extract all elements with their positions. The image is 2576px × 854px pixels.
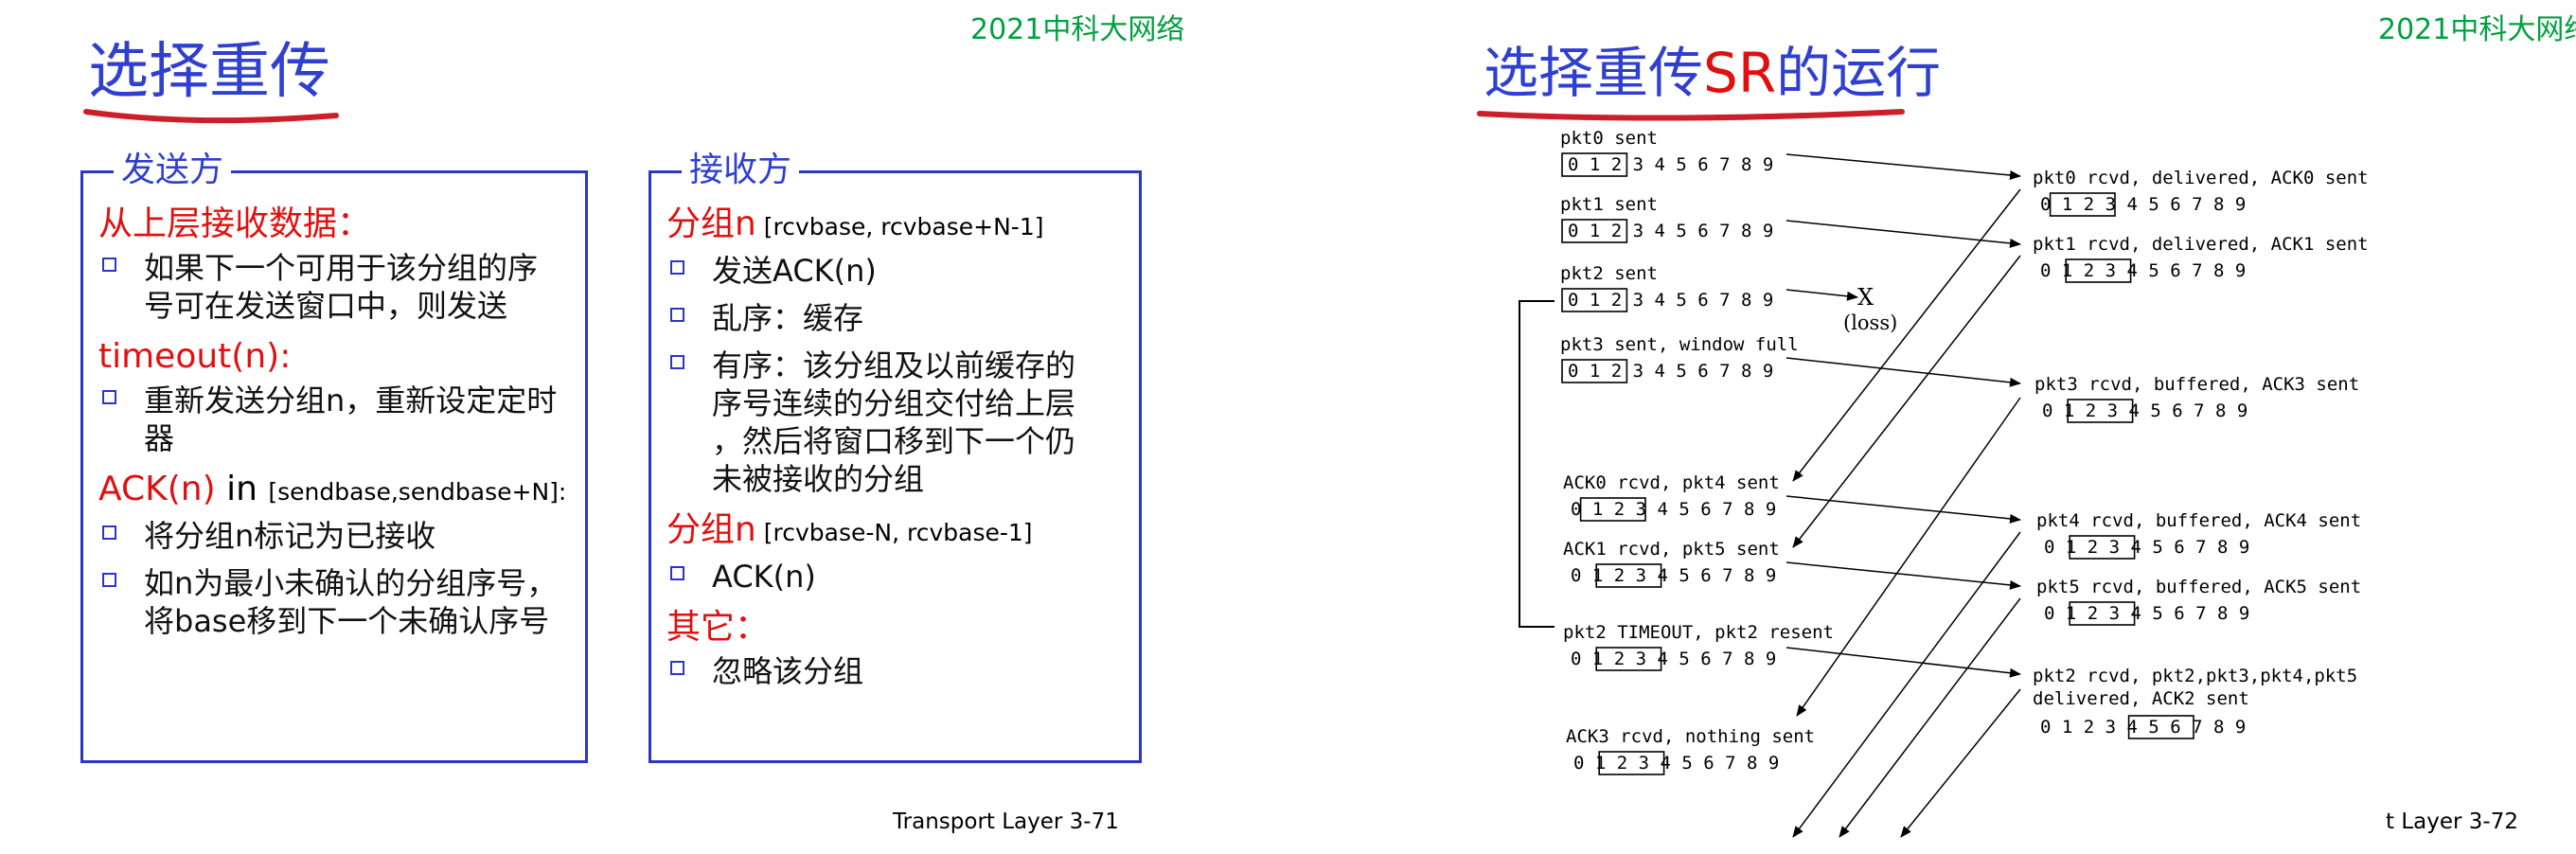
sender-bullet-mark-received: 将分组n标记为已接收 bbox=[98, 517, 576, 555]
slide-footer: t Layer 3-72 bbox=[2386, 810, 2518, 834]
sequence-numbers: 0 1 2 3 4 5 6 7 8 9 bbox=[1568, 154, 1773, 175]
sender-event-label: pkt2 sent bbox=[1560, 263, 1658, 284]
receiver-event-label: pkt0 rcvd, delivered, ACK0 sent bbox=[2033, 168, 2369, 188]
receiver-event: pkt0 rcvd, delivered, ACK0 sent 0 1 2 3 4… bbox=[2033, 168, 2369, 217]
receiver-event: pkt5 rcvd, buffered, ACK5 sent 0 1 2 3 4 … bbox=[2036, 577, 2361, 626]
sequence-numbers: 0 1 2 3 4 5 6 7 8 9 bbox=[1568, 290, 1773, 311]
sender-header-ack: ACK(n) in [sendbase,sendbase+N]: bbox=[98, 470, 567, 508]
sequence-numbers: 0 1 2 3 4 5 6 7 8 9 bbox=[2042, 400, 2247, 421]
sender-event: pkt0 sent 0 1 2 3 4 5 6 7 8 9 bbox=[1560, 128, 1773, 177]
receiver-bullet-in-order: 有序：该分组及以前缓存的 序号连续的分组交付给上层 ，然后将窗口移到下一个仍 未… bbox=[666, 347, 1129, 498]
sender-bullet-resend: 重新发送分组n，重新设定定时 器 bbox=[98, 382, 576, 457]
receiver-event-label: pkt3 rcvd, buffered, ACK3 sent bbox=[2034, 374, 2359, 395]
message-arrow bbox=[1785, 220, 2021, 248]
sequence-numbers: 0 1 2 3 4 5 6 7 8 9 bbox=[1571, 499, 1776, 520]
message-arrow bbox=[1785, 561, 2021, 590]
receiver-box: 接收方 分组n [rcvbase, rcvbase+N-1] 发送ACK(n) … bbox=[648, 149, 1142, 763]
receiver-event-label-line2: delivered, ACK2 sent bbox=[2033, 688, 2249, 709]
sequence-numbers: 0 1 2 3 4 5 6 7 8 9 bbox=[1571, 649, 1776, 669]
bullet-box-icon bbox=[102, 525, 116, 540]
receiver-header-in-window: 分组n [rcvbase, rcvbase+N-1] bbox=[666, 205, 1044, 243]
receiver-header-old: 分组n [rcvbase-N, rcvbase-1] bbox=[666, 510, 1033, 549]
sender-event-label: ACK3 rcvd, nothing sent bbox=[1566, 726, 1815, 747]
message-arrows bbox=[1785, 153, 2021, 838]
receiver-event-label: pkt2 rcvd, pkt2,pkt3,pkt4,pkt5 bbox=[2033, 666, 2357, 686]
sender-header-from-upper: 从上层接收数据： bbox=[98, 205, 372, 243]
sender-event-label: ACK1 rcvd, pkt5 sent bbox=[1563, 539, 1780, 560]
bullet-box-icon bbox=[670, 355, 684, 369]
sender-event: pkt3 sent, window full 0 1 2 3 4 5 6 7 8 … bbox=[1560, 334, 1799, 383]
slide-3-72: 2021中科大网络 选择重传SR的运行 pkt0 sent 0 1 2 3 4 5… bbox=[1195, 0, 2576, 854]
sender-event: pkt2 sent 0 1 2 3 4 5 6 7 8 9 bbox=[1560, 263, 1773, 312]
bullet-box-icon bbox=[670, 260, 684, 275]
bullet-box-icon bbox=[670, 661, 684, 675]
sequence-numbers: 0 1 2 3 4 5 6 7 8 9 bbox=[2044, 603, 2249, 624]
sender-event-label: pkt3 sent, window full bbox=[1560, 334, 1799, 355]
sequence-numbers: 0 1 2 3 4 5 6 7 8 9 bbox=[1568, 221, 1773, 241]
bullet-box-icon bbox=[670, 566, 684, 580]
sender-event-label: pkt0 sent bbox=[1560, 128, 1658, 149]
sequence-numbers: 0 1 2 3 4 5 6 7 8 9 bbox=[1571, 565, 1776, 586]
receiver-bullet-out-of-order: 乱序：缓存 bbox=[666, 299, 1129, 337]
sender-header-timeout: timeout(n): bbox=[98, 337, 292, 376]
message-arrow bbox=[1900, 688, 2021, 838]
sequence-numbers: 0 1 2 3 4 5 6 7 8 9 bbox=[2044, 537, 2249, 558]
sender-bullet-send: 如果下一个可用于该分组的序 号可在发送窗口中，则发送 bbox=[98, 249, 576, 325]
slide-footer: Transport Layer 3-71 bbox=[893, 810, 1119, 834]
message-arrow bbox=[1785, 153, 2021, 180]
receiver-event: pkt3 rcvd, buffered, ACK3 sent 0 1 2 3 4 … bbox=[2034, 374, 2359, 423]
message-arrow bbox=[1785, 647, 2021, 678]
sr-operation-diagram: pkt0 sent 0 1 2 3 4 5 6 7 8 9 pkt1 sent 0 1… bbox=[1519, 128, 2369, 838]
sender-timeline: pkt0 sent 0 1 2 3 4 5 6 7 8 9 pkt1 sent 0 1… bbox=[1560, 128, 1834, 775]
slide-title: 选择重传 bbox=[88, 37, 330, 107]
sender-event: pkt2 TIMEOUT, pkt2 resent 0 1 2 3 4 5 6 7… bbox=[1563, 622, 1834, 671]
receiver-timeline: pkt0 rcvd, delivered, ACK0 sent 0 1 2 3 4… bbox=[2033, 168, 2369, 739]
sender-event-label: ACK0 rcvd, pkt4 sent bbox=[1563, 472, 1780, 493]
sender-event: ACK3 rcvd, nothing sent 0 1 2 3 4 5 6 7 8… bbox=[1566, 726, 1815, 775]
sender-event: pkt1 sent 0 1 2 3 4 5 6 7 8 9 bbox=[1560, 194, 1773, 243]
title-underline bbox=[83, 109, 339, 124]
message-arrow bbox=[1785, 357, 2021, 387]
message-arrow bbox=[1785, 495, 2021, 524]
sender-event: ACK0 rcvd, pkt4 sent 0 1 2 3 4 5 6 7 8 9 bbox=[1563, 472, 1780, 522]
receiver-bullet-ignore: 忽略该分组 bbox=[666, 652, 1129, 690]
message-arrow bbox=[1796, 397, 2021, 717]
slide-3-71: 2021中科大网络 选择重传 发送方 从上层接收数据： 如果下一个可用于该分组的… bbox=[0, 0, 1195, 854]
bullet-box-icon bbox=[102, 573, 116, 587]
sender-event: ACK1 rcvd, pkt5 sent 0 1 2 3 4 5 6 7 8 9 bbox=[1563, 539, 1780, 588]
sequence-numbers: 0 1 2 3 4 5 6 7 8 9 bbox=[2040, 260, 2246, 281]
sequence-numbers: 0 1 2 3 4 5 6 7 8 9 bbox=[2040, 194, 2246, 215]
loss-mark: X bbox=[1857, 284, 1874, 311]
message-arrow bbox=[1792, 531, 2021, 838]
sender-box-label: 发送方 bbox=[114, 149, 232, 192]
receiver-bullet-send-ack: 发送ACK(n) bbox=[666, 252, 1129, 290]
bullet-box-icon bbox=[102, 390, 116, 404]
receiver-event: pkt1 rcvd, delivered, ACK1 sent 0 1 2 3 4… bbox=[2033, 234, 2369, 283]
bullet-box-icon bbox=[102, 258, 116, 272]
sequence-numbers: 0 1 2 3 4 5 6 7 8 9 bbox=[1573, 753, 1779, 774]
sender-event-label: pkt2 TIMEOUT, pkt2 resent bbox=[1563, 622, 1834, 643]
message-arrow bbox=[1785, 289, 1858, 301]
receiver-event: pkt4 rcvd, buffered, ACK4 sent 0 1 2 3 4 … bbox=[2036, 510, 2361, 560]
receiver-event-label: pkt5 rcvd, buffered, ACK5 sent bbox=[2036, 577, 2361, 597]
timeout-timer-bracket bbox=[1519, 300, 1554, 628]
loss-label: (loss) bbox=[1843, 311, 1897, 334]
course-tag: 2021中科大网络 bbox=[970, 13, 1185, 46]
receiver-event-label: pkt4 rcvd, buffered, ACK4 sent bbox=[2036, 510, 2361, 531]
message-arrow bbox=[1792, 255, 2021, 548]
loss-annotation: X (loss) bbox=[1843, 284, 1897, 334]
sender-bullet-move-base: 如n为最小未确认的分组序号， 将base移到下一个未确认序号 bbox=[98, 564, 576, 640]
receiver-bullet-re-ack: ACK(n) bbox=[666, 558, 1129, 596]
sequence-numbers: 0 1 2 3 4 5 6 7 8 9 bbox=[2040, 717, 2246, 738]
bullet-box-icon bbox=[670, 308, 684, 322]
receiver-event-label: pkt1 rcvd, delivered, ACK1 sent bbox=[2033, 234, 2369, 255]
receiver-box-label: 接收方 bbox=[682, 149, 800, 192]
receiver-event: pkt2 rcvd, pkt2,pkt3,pkt4,pkt5delivered,… bbox=[2033, 666, 2357, 739]
sender-box: 发送方 从上层接收数据： 如果下一个可用于该分组的序 号可在发送窗口中，则发送 … bbox=[80, 149, 588, 763]
sequence-numbers: 0 1 2 3 4 5 6 7 8 9 bbox=[1568, 361, 1773, 382]
receiver-header-other: 其它： bbox=[666, 608, 770, 647]
sender-event-label: pkt1 sent bbox=[1560, 194, 1658, 215]
